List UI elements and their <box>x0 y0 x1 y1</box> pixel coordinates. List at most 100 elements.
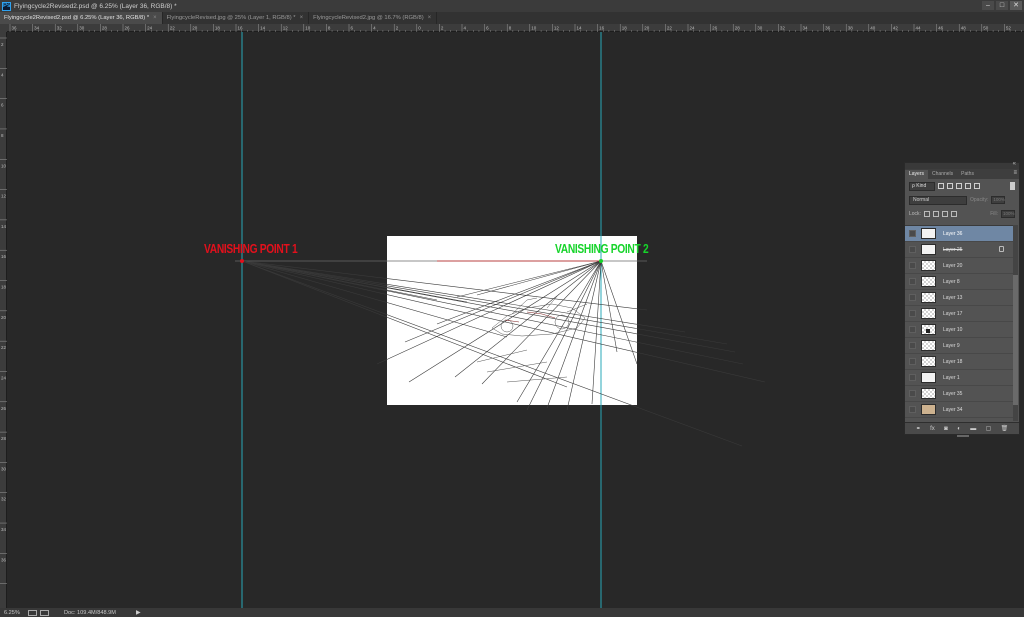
visibility-eye-icon[interactable] <box>909 310 916 317</box>
layer-thumbnail[interactable] <box>921 340 936 351</box>
layer-name[interactable]: Layer 17 <box>943 311 962 317</box>
scrollbar-thumb[interactable] <box>1013 275 1018 405</box>
lock-all-icon[interactable] <box>950 211 957 217</box>
proof-icon[interactable] <box>40 609 49 616</box>
layer-name[interactable]: Layer 13 <box>943 295 962 301</box>
new-layer-icon[interactable]: ▢ <box>986 425 992 432</box>
layer-name[interactable]: Layer 18 <box>943 359 962 365</box>
layer-thumbnail[interactable] <box>921 260 936 271</box>
horizontal-ruler-ticks: 36 34 32 30 28 26 24 22 20 18 16 14 12 10 8 6 4 2 0 2 4 6 8 10 1… <box>9 24 1022 32</box>
layer-name[interactable]: Layer 35 <box>943 391 962 397</box>
horizontal-ruler[interactable]: 36 34 32 30 28 26 24 22 20 18 16 14 12 10 8 6 4 2 0 2 4 6 8 10 1… <box>7 24 1024 32</box>
tab-flyingcycle2revised2[interactable]: Flyingcycle2Revised2.psd @ 6.25% (Layer … <box>0 12 163 24</box>
layer-row[interactable]: Layer 9 <box>905 338 1014 354</box>
layer-row[interactable]: Layer 13 <box>905 290 1014 306</box>
tab-close-icon[interactable]: × <box>153 12 157 24</box>
close-button[interactable]: ✕ <box>1010 1 1022 10</box>
vanishing-point-1-marker[interactable] <box>240 259 244 263</box>
share-icon[interactable] <box>28 609 37 616</box>
layer-thumbnail[interactable] <box>921 244 936 255</box>
tab-paths[interactable]: Paths <box>957 170 978 179</box>
tab-close-icon[interactable]: × <box>300 12 304 24</box>
visibility-eye-icon[interactable] <box>909 262 916 269</box>
filter-type-icon[interactable] <box>956 183 962 189</box>
mask-icon[interactable]: ◙ <box>944 426 948 432</box>
blend-mode-select[interactable]: Normal <box>909 195 967 205</box>
layer-name[interactable]: Layer 25 <box>943 247 962 253</box>
visibility-eye-icon[interactable] <box>909 342 916 349</box>
layer-thumbnail[interactable] <box>921 308 936 319</box>
folder-icon[interactable]: ▬ <box>970 426 976 432</box>
perspective-line <box>404 260 602 343</box>
status-menu-arrow-icon[interactable]: ▶ <box>136 609 141 616</box>
layer-name[interactable]: Layer 20 <box>943 263 962 269</box>
trash-icon[interactable]: 🗑 <box>1001 425 1009 432</box>
maximize-button[interactable]: □ <box>996 1 1008 10</box>
tab-layers[interactable]: Layers <box>905 170 929 179</box>
layer-thumbnail[interactable] <box>921 276 936 287</box>
layer-name[interactable]: Layer 1 <box>943 375 960 381</box>
layer-row[interactable]: Layer 35 <box>905 386 1014 402</box>
layer-name[interactable]: Layer 10 <box>943 327 962 333</box>
filter-smart-object-icon[interactable] <box>974 183 980 189</box>
lock-transparent-icon[interactable] <box>923 211 930 217</box>
canvas-workspace[interactable]: VANISHING POINT 1 VANISHING POINT 2 <box>7 32 1024 608</box>
layer-thumbnail[interactable] <box>921 292 936 303</box>
layer-row[interactable]: Layer 36 <box>905 226 1014 242</box>
lock-image-icon[interactable] <box>932 211 939 217</box>
tab-channels[interactable]: Channels <box>928 170 957 179</box>
visibility-eye-icon[interactable] <box>909 294 916 301</box>
collapse-icon[interactable]: « <box>1013 161 1016 167</box>
visibility-eye-icon[interactable] <box>909 278 916 285</box>
tab-flyingcyclerevised2[interactable]: FlyingcycleRevised2.jpg @ 16.7% (RGB/8) … <box>309 12 438 24</box>
layer-thumbnail[interactable] <box>921 228 936 239</box>
fill-input[interactable]: 100% <box>1001 210 1015 218</box>
layer-name[interactable]: Layer 8 <box>943 279 960 285</box>
layer-name[interactable]: Layer 34 <box>943 407 962 413</box>
layer-row[interactable]: Layer 1 <box>905 370 1014 386</box>
filter-kind-select[interactable]: ρ Kind <box>909 181 935 191</box>
tab-flyingcyclerevised[interactable]: FlyingcycleRevised.jpg @ 25% (Layer 1, R… <box>163 12 310 24</box>
tab-close-icon[interactable]: × <box>428 12 432 24</box>
layer-row[interactable]: Layer 34 <box>905 402 1014 418</box>
filter-toggle[interactable] <box>1010 182 1015 190</box>
visibility-eye-icon[interactable] <box>909 230 916 237</box>
visibility-eye-icon[interactable] <box>909 246 916 253</box>
layer-row[interactable]: Layer 20 <box>905 258 1014 274</box>
vanishing-point-2-marker[interactable] <box>599 259 603 263</box>
panel-resize-handle[interactable] <box>957 435 969 437</box>
lock-position-icon[interactable] <box>941 211 948 217</box>
ruler-origin[interactable] <box>0 24 7 32</box>
layer-row[interactable]: Layer 25 <box>905 242 1014 258</box>
layer-thumbnail[interactable] <box>921 388 936 399</box>
layer-thumbnail[interactable] <box>921 372 936 383</box>
layer-name[interactable]: Layer 36 <box>943 231 962 237</box>
filter-pixel-icon[interactable] <box>938 183 944 189</box>
opacity-input[interactable]: 100% <box>991 196 1006 204</box>
filter-adjustment-icon[interactable] <box>947 183 953 189</box>
layers-scrollbar[interactable] <box>1013 225 1018 421</box>
fx-icon[interactable]: fx <box>930 426 935 432</box>
ruler-tick-label: 4 <box>373 26 376 31</box>
layer-thumbnail[interactable] <box>921 356 936 367</box>
layer-row[interactable]: Layer 10 <box>905 322 1014 338</box>
minimize-button[interactable]: – <box>982 1 994 10</box>
ruler-tick-label: 30 <box>79 26 85 31</box>
visibility-eye-icon[interactable] <box>909 358 916 365</box>
visibility-eye-icon[interactable] <box>909 374 916 381</box>
layer-row[interactable]: Layer 8 <box>905 274 1014 290</box>
adjustment-icon[interactable]: ◐ <box>957 426 961 432</box>
visibility-eye-icon[interactable] <box>909 406 916 413</box>
layer-thumbnail[interactable] <box>921 404 936 415</box>
layer-name[interactable]: Layer 9 <box>943 343 960 349</box>
panel-menu-icon[interactable]: ≡ <box>1013 170 1017 176</box>
visibility-eye-icon[interactable] <box>909 326 916 333</box>
zoom-level[interactable]: 6.25% <box>0 610 28 616</box>
link-icon[interactable]: ⚭ <box>916 425 921 432</box>
layer-thumbnail[interactable] <box>921 324 936 335</box>
layer-row[interactable]: Layer 18 <box>905 354 1014 370</box>
vertical-ruler[interactable]: 2 4 6 8 10 12 14 16 18 20 22 24 26 28 30 32 34 36 <box>0 32 7 608</box>
filter-shape-icon[interactable] <box>965 183 971 189</box>
visibility-eye-icon[interactable] <box>909 390 916 397</box>
layer-row[interactable]: Layer 17 <box>905 306 1014 322</box>
